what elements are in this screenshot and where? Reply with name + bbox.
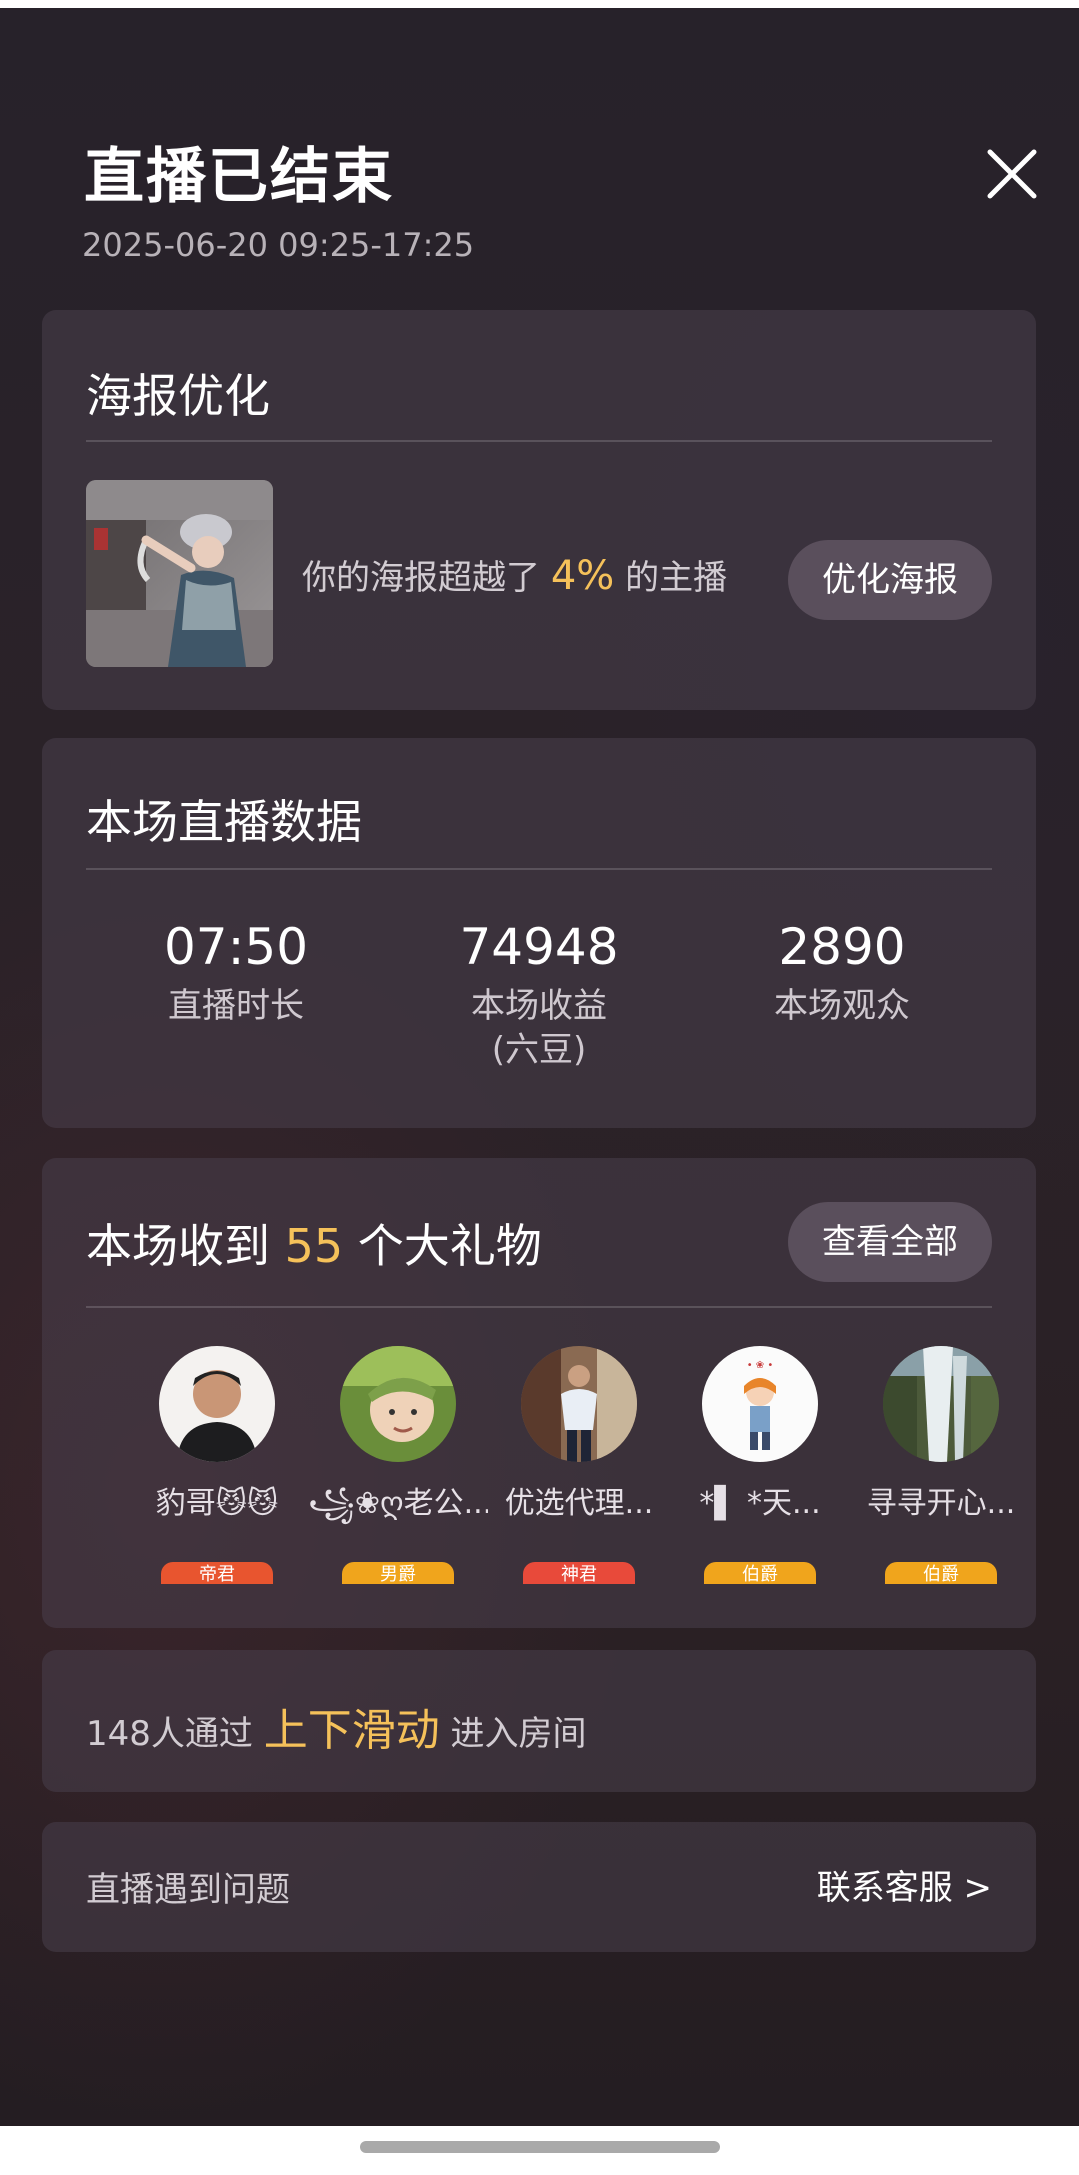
badge-text: 神君 [561, 1564, 597, 1584]
support-card[interactable]: 直播遇到问题 联系客服 > [42, 1822, 1036, 1952]
badge-text: 帝君 [199, 1564, 235, 1584]
poster-thumbnail[interactable] [86, 480, 273, 667]
swipe-entries-text: 148人通过 上下滑动 进入房间 [86, 1694, 587, 1758]
live-ended-screen: 直播已结束 2025-06-20 09:25-17:25 海报优化 你的海报超越… [0, 8, 1079, 2126]
poster-rank-text: 你的海报超越了 4% 的主播 [302, 550, 727, 599]
gifts-title-suffix: 个大礼物 [357, 1219, 542, 1273]
divider [86, 1306, 992, 1308]
poster-optimization-card: 海报优化 你的海报超越了 4% 的主播 优化海报 [42, 310, 1036, 710]
stat-label: 直播时长 [168, 986, 304, 1026]
gift-user-name: ꧁❀ღ老公... [308, 1486, 488, 1521]
stat-value: 74948 [459, 918, 619, 976]
stat-earnings: 74948 本场收益 (六豆) [389, 918, 689, 1072]
rank-badge: 神君 [523, 1562, 635, 1584]
home-indicator[interactable] [360, 2141, 720, 2153]
poster-card-title: 海报优化 [86, 369, 270, 423]
gifts-card-title: 本场收到 55 个大礼物 [86, 1210, 542, 1276]
big-gifts-card: 本场收到 55 个大礼物 查看全部 豹哥😼😼 帝君 ꧁❀ღ老公... 男爵 优选… [42, 1158, 1036, 1628]
swipe-entries-card: 148人通过 上下滑动 进入房间 [42, 1650, 1036, 1792]
rank-badge: 伯爵 [885, 1562, 997, 1584]
poster-text-before: 你的海报超越了 [302, 558, 540, 598]
poster-text-after: 的主播 [625, 558, 728, 598]
view-all-button[interactable]: 查看全部 [788, 1202, 992, 1282]
stat-label: 本场收益 (六豆) [471, 986, 607, 1070]
gift-user[interactable]: ꧁❀ღ老公... 男爵 [308, 1346, 488, 1584]
gift-user-name: *▌ *天... [699, 1486, 821, 1521]
rank-badge: 男爵 [342, 1562, 454, 1584]
gifts-count: 55 [284, 1219, 344, 1273]
stat-viewers: 2890 本场观众 [692, 918, 992, 1028]
divider [86, 868, 992, 870]
swipe-highlight: 上下滑动 [263, 1705, 440, 1756]
swipe-count-text: 148人通过 [86, 1714, 253, 1754]
page-title: 直播已结束 [84, 142, 394, 212]
poster-percent: 4% [550, 553, 615, 599]
live-stats-card: 本场直播数据 07:50 直播时长 74948 本场收益 (六豆) 2890 本… [42, 738, 1036, 1128]
avatar [159, 1346, 275, 1462]
badge-text: 男爵 [380, 1564, 416, 1584]
rank-badge: 帝君 [161, 1562, 273, 1584]
avatar [340, 1346, 456, 1462]
svg-text:• ❀ •: • ❀ • [747, 1360, 774, 1371]
optimize-poster-button[interactable]: 优化海报 [788, 540, 992, 620]
stats-card-title: 本场直播数据 [86, 795, 362, 849]
stat-duration: 07:50 直播时长 [86, 918, 386, 1028]
gift-user[interactable]: 寻寻开心... 伯爵 [851, 1346, 1031, 1584]
gift-user-name: 优选代理... [504, 1486, 654, 1521]
avatar [521, 1346, 637, 1462]
support-label: 直播遇到问题 [86, 1870, 290, 1910]
stat-value: 07:50 [163, 918, 309, 976]
badge-text: 伯爵 [923, 1564, 959, 1584]
avatar [883, 1346, 999, 1462]
gifts-title-prefix: 本场收到 [86, 1219, 270, 1273]
close-icon[interactable] [982, 144, 1042, 204]
swipe-suffix: 进入房间 [450, 1714, 587, 1754]
gift-user[interactable]: 豹哥😼😼 帝君 [127, 1346, 307, 1584]
stat-label: 本场观众 [774, 986, 910, 1026]
gift-user-name: 豹哥😼😼 [155, 1486, 279, 1521]
gift-user[interactable]: • ❀ • *▌ *天... 伯爵 [670, 1346, 850, 1584]
gift-user[interactable]: 优选代理... 神君 [489, 1346, 669, 1584]
stat-value: 2890 [778, 918, 906, 976]
badge-text: 伯爵 [742, 1564, 778, 1584]
gift-user-name: 寻寻开心... [866, 1486, 1016, 1521]
live-datetime: 2025-06-20 09:25-17:25 [82, 226, 475, 264]
rank-badge: 伯爵 [704, 1562, 816, 1584]
contact-support-link[interactable]: 联系客服 > [817, 1860, 992, 1909]
avatar: • ❀ • [702, 1346, 818, 1462]
divider [86, 440, 992, 442]
